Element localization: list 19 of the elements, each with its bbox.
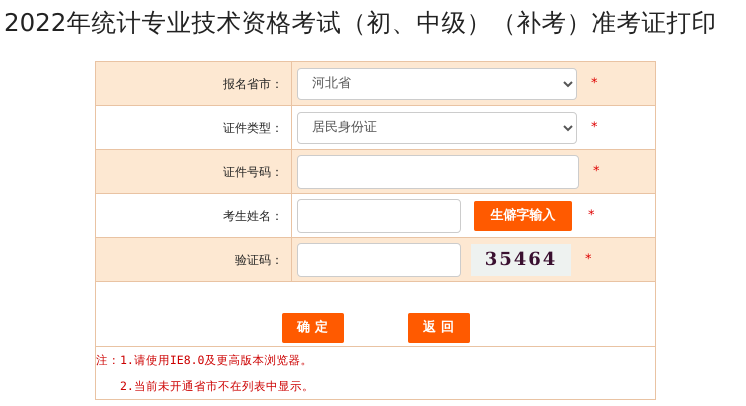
input-field[interactable] xyxy=(297,154,579,188)
field-label: 报名省市： xyxy=(223,76,283,90)
required-mark: * xyxy=(591,74,598,93)
required-mark: * xyxy=(588,206,594,225)
field-label: 考生姓名： xyxy=(223,208,283,222)
required-mark: * xyxy=(591,118,598,137)
field-label: 证件号码： xyxy=(223,164,283,178)
field-label: 验证码： xyxy=(235,252,283,266)
note-text: 2.当前未开通省市不在列表中显示。 xyxy=(119,378,315,395)
input-field[interactable] xyxy=(297,198,461,232)
input-field[interactable] xyxy=(297,242,461,276)
dropdown[interactable]: 河北省 xyxy=(297,68,577,100)
required-mark: * xyxy=(593,162,600,181)
dropdown[interactable]: 居民身份证 xyxy=(297,112,577,144)
captcha-image[interactable]: 35464 xyxy=(471,244,571,276)
page-title: 2022年统计专业技术资格考试（初、中级）（补考）准考证打印 xyxy=(4,7,718,39)
field-label: 证件类型： xyxy=(223,120,283,134)
note-text: 注：1.请使用IE8.0及更高版本浏览器。 xyxy=(96,352,314,369)
required-mark: * xyxy=(585,250,592,269)
